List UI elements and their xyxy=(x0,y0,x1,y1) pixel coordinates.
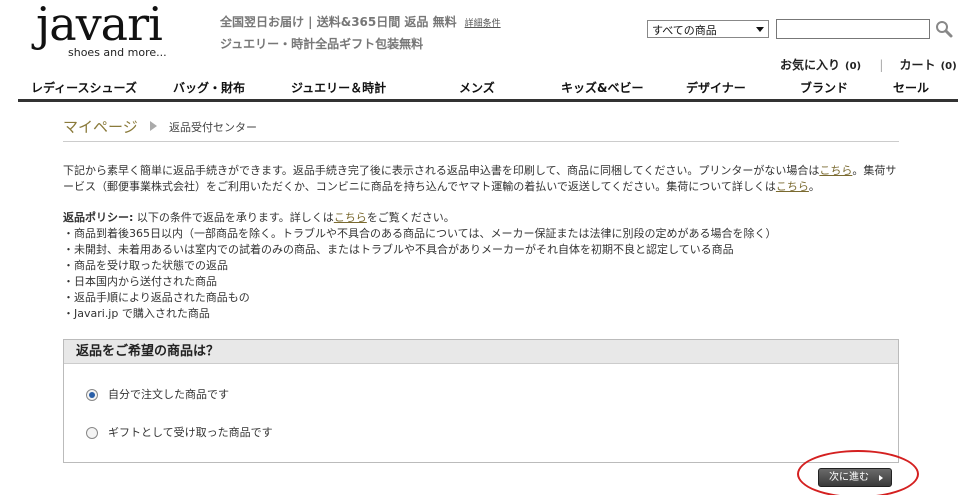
next-button-label: 次に進む xyxy=(829,472,869,483)
cart-count: (0) xyxy=(940,61,957,72)
pickup-help-link[interactable]: こちら xyxy=(776,180,809,193)
nav-item-designer[interactable]: デザイナー xyxy=(686,79,746,96)
breadcrumb-arrow-icon xyxy=(150,121,157,131)
nav-item-jewelry[interactable]: ジュエリー＆時計 xyxy=(291,79,386,96)
return-type-box: 返品をご希望の商品は？ 自分で注文した商品です ギフトとして受け取った商品です xyxy=(63,339,899,463)
nav-item-mens[interactable]: メンズ xyxy=(459,79,495,96)
promo-banner: 全国翌日お届け | 送料&365日間 返品 無料 詳細条件 ジュエリー・時計全品ギ… xyxy=(220,12,501,54)
option-gift-received-label: ギフトとして受け取った商品です xyxy=(108,426,273,439)
intro-text-1: 下記から素早く簡単に返品手続きができます。返品手続き完了後に表示される返品申込書… xyxy=(63,164,820,177)
policy-item: ・返品手順により返品された商品もの xyxy=(63,291,250,304)
intro-text-3: 。 xyxy=(808,180,820,193)
next-button[interactable]: 次に進む xyxy=(818,468,892,487)
cart-link[interactable]: カート (0) xyxy=(900,58,957,72)
promo-detail-link[interactable]: 詳細条件 xyxy=(465,19,501,29)
nav-item-sale[interactable]: セール xyxy=(893,79,929,96)
search-category-value: すべての商品 xyxy=(652,24,717,37)
policy-item: ・Javari.jp で購入された商品 xyxy=(63,307,210,320)
policy-item: ・日本国内から送付された商品 xyxy=(63,275,217,288)
policy-item: ・商品を受け取った状態での返品 xyxy=(63,259,228,272)
policy-text-1: 以下の条件で返品を承ります。詳しくは xyxy=(133,211,334,224)
search-icon[interactable] xyxy=(934,19,954,39)
favorites-link[interactable]: お気に入り (0) xyxy=(780,58,861,72)
policy-detail-link[interactable]: こちら xyxy=(334,211,367,224)
intro-text: 下記から素早く簡単に返品手続きができます。返品手続き完了後に表示される返品申込書… xyxy=(63,163,903,195)
option-self-ordered[interactable]: 自分で注文した商品です xyxy=(86,386,229,402)
nav-item-ladies-shoes[interactable]: レディースシューズ xyxy=(31,79,137,96)
option-self-ordered-label: 自分で注文した商品です xyxy=(108,388,229,401)
javari-logo[interactable]: javari shoes and more... xyxy=(34,0,174,62)
logo-wordmark: javari xyxy=(36,0,163,51)
radio-self-ordered[interactable] xyxy=(86,389,98,401)
search-category-select[interactable]: すべての商品 xyxy=(647,20,769,38)
cart-label: カート xyxy=(899,58,936,72)
option-gift-received[interactable]: ギフトとして受け取った商品です xyxy=(86,424,273,440)
return-type-title: 返品をご希望の商品は？ xyxy=(64,340,898,364)
utility-divider: | xyxy=(879,58,884,72)
policy-item: ・商品到着後365日以内（一部商品を除く。トラブルや不具合のある商品については、… xyxy=(63,227,777,240)
radio-gift-received[interactable] xyxy=(86,427,98,439)
policy-item: ・未開封、未着用あるいは室内での試着のみの商品、またはトラブルや不具合がありメー… xyxy=(63,243,734,256)
policy-heading: 返品ポリシー: xyxy=(63,211,134,224)
breadcrumb-current: 返品受付センター xyxy=(169,121,257,134)
favorites-label: お気に入り xyxy=(780,58,841,72)
favorites-count: (0) xyxy=(845,61,862,72)
chevron-down-icon xyxy=(756,27,764,32)
breadcrumb: マイページ 返品受付センター xyxy=(63,116,899,142)
promo-line-2: ジュエリー・時計全品ギフト包装無料 xyxy=(220,37,424,51)
policy-text-2: をご覧ください。 xyxy=(366,211,455,224)
return-policy: 返品ポリシー: 以下の条件で返品を承ります。詳しくはこちらをご覧ください。 ・商… xyxy=(63,210,903,322)
printer-help-link[interactable]: こちら xyxy=(819,164,852,177)
breadcrumb-mypage[interactable]: マイページ xyxy=(63,116,138,137)
logo-tagline: shoes and more... xyxy=(68,46,167,59)
nav-item-bags[interactable]: バッグ・財布 xyxy=(173,79,245,96)
search-input[interactable] xyxy=(776,19,930,39)
main-nav: レディースシューズ バッグ・財布 ジュエリー＆時計 メンズ キッズ&ベビー デザ… xyxy=(18,76,958,102)
nav-item-brand[interactable]: ブランド xyxy=(800,79,848,96)
arrow-right-icon xyxy=(879,475,883,481)
utility-links: お気に入り (0) | カート (0) xyxy=(780,56,957,73)
nav-item-kids[interactable]: キッズ&ベビー xyxy=(561,79,643,96)
promo-line-1: 全国翌日お届け | 送料&365日間 返品 無料 xyxy=(220,15,457,29)
